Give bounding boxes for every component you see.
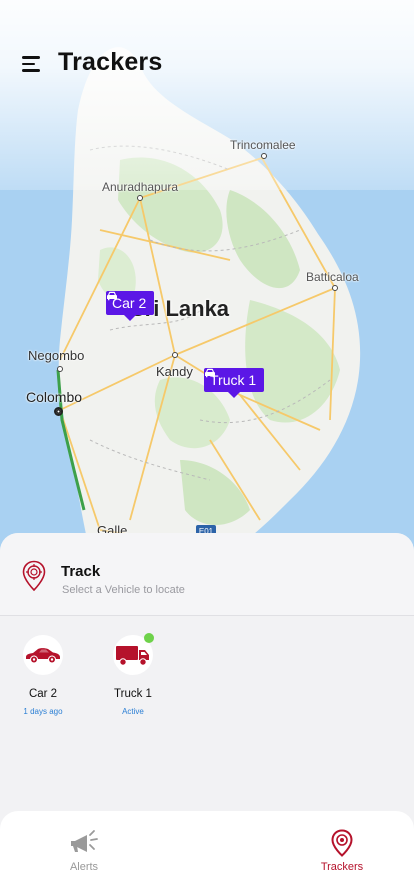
marker-label: Truck 1 <box>210 372 257 388</box>
track-title: Track <box>61 563 101 580</box>
city-dot <box>261 153 267 159</box>
vehicle-status: Active <box>122 707 144 716</box>
car-icon <box>205 368 215 378</box>
megaphone-icon <box>71 830 98 852</box>
city-label: Kandy <box>156 364 193 379</box>
city-label: Negombo <box>28 348 85 363</box>
city-label: Anuradhapura <box>102 180 179 194</box>
vehicle-status: 1 days ago <box>23 707 63 716</box>
hamburger-menu-icon[interactable] <box>22 55 44 73</box>
map-marker-car-2[interactable]: Car 2 <box>106 291 155 321</box>
track-subtitle: Select a Vehicle to locate <box>62 584 185 596</box>
city-label: Batticaloa <box>306 270 359 284</box>
city-dot <box>57 366 63 372</box>
tab-label: Alerts <box>69 861 99 873</box>
vehicle-item-truck-1[interactable]: Truck 1 Active <box>103 633 163 716</box>
map-marker-truck-1[interactable]: Truck 1 <box>204 368 265 398</box>
header-fade <box>0 0 414 190</box>
vehicle-avatar <box>113 633 154 675</box>
car-icon <box>107 291 117 301</box>
city-label: Trincomalee <box>230 138 296 152</box>
city-dot <box>137 195 143 201</box>
tab-alerts[interactable]: Alerts <box>34 811 134 881</box>
map-view[interactable]: Trincomalee Anuradhapura Batticaloa Sri … <box>0 0 414 560</box>
city-dot <box>172 352 178 358</box>
track-vehicle-row[interactable]: Track Select a Vehicle to locate <box>0 533 414 616</box>
car-icon <box>26 648 60 663</box>
tab-trackers[interactable]: Trackers <box>292 811 392 881</box>
vehicle-name: Car 2 <box>28 688 58 700</box>
online-status-dot <box>144 633 154 643</box>
capital-dot <box>54 407 63 416</box>
location-pin-icon <box>331 829 353 857</box>
vehicle-list: Car 2 1 days ago Truck 1 Active <box>0 633 414 725</box>
vehicle-item-car-2[interactable]: Car 2 1 days ago <box>13 635 73 716</box>
page-title: Trackers <box>58 48 163 76</box>
location-target-pin-icon <box>22 560 46 592</box>
city-label: Colombo <box>26 389 83 405</box>
vehicle-avatar <box>23 635 63 675</box>
vehicle-name: Truck 1 <box>114 688 152 700</box>
truck-icon <box>116 646 149 666</box>
bottom-tab-bar: Alerts Trackers <box>0 811 414 896</box>
city-dot <box>332 285 338 291</box>
tab-label: Trackers <box>320 861 364 873</box>
